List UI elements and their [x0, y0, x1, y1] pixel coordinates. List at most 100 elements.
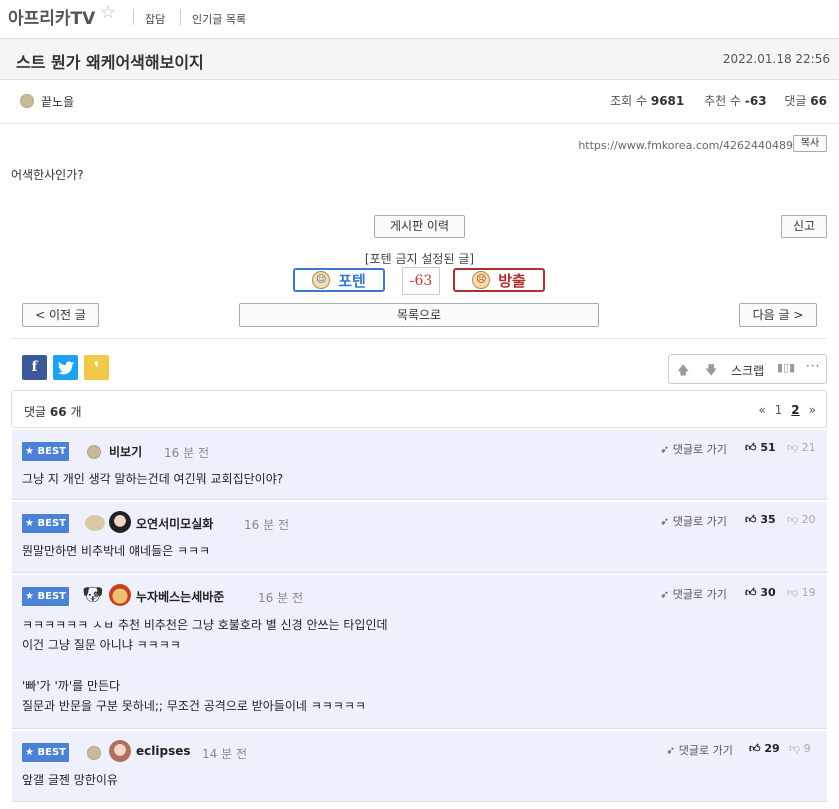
goto-comment-link[interactable]: ➶ 댓글로 가기 — [660, 586, 727, 602]
user-avatar — [109, 584, 131, 606]
comment-text: 뭔말만하면 비추박네 얘네들은 ㅋㅋㅋ — [22, 541, 210, 561]
divider — [180, 9, 181, 25]
best-badge: ★ BEST — [22, 514, 69, 533]
arrow-down-icon[interactable]: 🡇 — [705, 361, 717, 382]
downvote-count: 9 — [803, 742, 811, 755]
best-label: BEST — [37, 518, 66, 529]
comment-item: ★ BEST 비보기 16 분 전 ➶ 댓글로 가기 👍︎ 51 👎︎ 21 그… — [12, 430, 827, 500]
best-label: BEST — [37, 747, 66, 758]
comment-line: 그냥 지 개인 생각 말하는건데 여긴뭐 교회집단이야? — [22, 472, 284, 486]
post-date: 2022.01.18 22:56 — [722, 52, 830, 66]
pagination: « 1 2 » — [758, 403, 816, 417]
downvote-button[interactable]: 👎︎ 21 — [787, 441, 816, 454]
comments-header: 댓글 66 개 « 1 2 » — [11, 390, 827, 428]
goto-label: 댓글로 가기 — [672, 515, 727, 528]
post-url[interactable]: https://www.fmkorea.com/4262440489 — [578, 139, 793, 152]
stats-chart-icon[interactable]: ▮▯▮ — [777, 361, 795, 374]
comment-line: 뭔말만하면 비추박네 얘네들은 ㅋㅋㅋ — [22, 544, 211, 558]
board-logo[interactable]: 아프리카TV — [8, 4, 95, 29]
user-avatar — [109, 511, 131, 533]
comment-item: ★ BEST 오연서미모실화 16 분 전 ➶ 댓글로 가기 👍︎ 35 👎︎ … — [12, 502, 827, 573]
comment-time: 16 분 전 — [258, 591, 303, 605]
comment-author[interactable]: 오연서미모실화 — [136, 515, 213, 532]
comment-line: '빠'가 '까'를 만든다 — [22, 679, 121, 693]
comment-item: ★ BEST 🐶︎ 누자베스는세바준 16 분 전 ➶ 댓글로 가기 👍︎ 30… — [12, 575, 827, 729]
banish-button[interactable]: ☹ 방출 — [453, 268, 545, 292]
upvote-button[interactable]: 👍︎ 35 — [745, 513, 776, 526]
downvote-button[interactable]: 👎︎ 20 — [787, 513, 816, 526]
post-title-bar: 스트 뭔가 왜케어색해보이지 2022.01.18 22:56 — [0, 38, 839, 80]
comment-item: ★ BEST eclipses 14 분 전 ➶ 댓글로 가기 👍︎ 29 👎︎… — [12, 731, 827, 802]
downvote-count: 20 — [801, 513, 816, 526]
post-toolbox: 🡅 🡇 스크랩 ▮▯▮ ··· — [668, 354, 827, 384]
comments-suffix: 개 — [70, 405, 82, 419]
user-level-icon — [87, 445, 101, 459]
comments-count-label: 댓글 66 개 — [24, 403, 82, 420]
report-button[interactable]: 신고 — [781, 215, 827, 238]
author-name[interactable]: 끝노을 — [41, 93, 74, 110]
next-post-button[interactable]: 다음 글 > — [739, 303, 817, 327]
downvote-button[interactable]: 👎︎ 9 — [789, 742, 811, 755]
comment-author[interactable]: 누자베스는세바준 — [136, 588, 224, 605]
poten-blocked-notice: [포텐 금지 설정된 글] — [364, 252, 475, 266]
user-avatar — [109, 740, 131, 762]
comments-prefix: 댓글 — [24, 405, 47, 419]
banish-label: 방출 — [498, 271, 526, 290]
divider — [11, 338, 827, 339]
page-last[interactable]: » — [809, 403, 816, 417]
twitter-share-icon[interactable] — [53, 355, 78, 380]
comment-time: 16 분 전 — [244, 518, 289, 532]
comment-line: 질문과 반문을 구분 못하네;; 무조건 공격으로 받아들이네 ㅋㅋㅋㅋㅋ — [22, 699, 366, 713]
upvote-count: 51 — [760, 441, 776, 454]
poten-face-icon: ☺ — [312, 271, 331, 289]
more-options-icon[interactable]: ··· — [806, 359, 820, 373]
prev-post-button[interactable]: < 이전 글 — [22, 303, 99, 327]
upvote-count: 35 — [760, 513, 776, 526]
kakao-share-icon[interactable]: ❜ — [84, 355, 109, 380]
dog-level-icon: 🐶︎ — [82, 585, 104, 604]
votes-label: 추천 수 — [704, 94, 742, 108]
poten-label: 포텐 — [338, 271, 366, 290]
goto-comment-link[interactable]: ➶ 댓글로 가기 — [666, 742, 733, 758]
upvote-count: 29 — [764, 742, 780, 755]
divider — [133, 9, 134, 25]
best-badge: ★ BEST — [22, 442, 69, 461]
views-count: 9681 — [650, 94, 685, 108]
upvote-count: 30 — [760, 586, 776, 599]
comment-author[interactable]: eclipses — [136, 744, 191, 758]
upvote-button[interactable]: 👍︎ 29 — [749, 742, 780, 755]
nav-link-chat[interactable]: 잡담 — [145, 11, 165, 27]
downvote-count: 19 — [801, 586, 816, 599]
upvote-button[interactable]: 👍︎ 30 — [745, 586, 776, 599]
goto-comment-link[interactable]: ➶ 댓글로 가기 — [660, 513, 727, 529]
comment-text: 그냥 지 개인 생각 말하는건데 여긴뭐 교회집단이야? — [22, 469, 283, 489]
comment-time: 16 분 전 — [164, 446, 209, 460]
vote-score: -63 — [402, 267, 440, 295]
copy-url-button[interactable]: 복사 — [793, 135, 827, 152]
page-2-current[interactable]: 2 — [791, 403, 799, 417]
nav-link-popular[interactable]: 인기글 목록 — [192, 11, 246, 27]
comment-time: 14 분 전 — [202, 747, 247, 761]
arrow-up-icon[interactable]: 🡅 — [677, 361, 689, 382]
page-first[interactable]: « — [758, 403, 765, 417]
upvote-button[interactable]: 👍︎ 51 — [745, 441, 776, 454]
goto-comment-link[interactable]: ➶ 댓글로 가기 — [660, 441, 727, 457]
page-1[interactable]: 1 — [775, 403, 783, 417]
board-history-button[interactable]: 게시판 이력 — [374, 215, 465, 238]
comment-line: 이건 그냥 질문 아니냐 ㅋㅋㅋㅋ — [22, 638, 181, 652]
banish-face-icon: ☹ — [472, 271, 491, 289]
facebook-share-icon[interactable]: f — [22, 355, 47, 380]
downvote-count: 21 — [801, 441, 816, 454]
best-label: BEST — [37, 446, 66, 457]
comment-author[interactable]: 비보기 — [109, 443, 142, 460]
divider — [0, 123, 839, 124]
comments-label: 댓글 — [784, 94, 807, 108]
back-to-list-button[interactable]: 목록으로 — [239, 303, 599, 327]
best-label: BEST — [37, 591, 66, 602]
star-outline-icon[interactable]: ☆ — [100, 2, 116, 23]
poten-button[interactable]: ☺ 포텐 — [293, 268, 385, 292]
user-level-icon — [85, 515, 105, 531]
goto-label: 댓글로 가기 — [672, 588, 727, 601]
scrap-button[interactable]: 스크랩 — [731, 362, 764, 379]
downvote-button[interactable]: 👎︎ 19 — [787, 586, 816, 599]
